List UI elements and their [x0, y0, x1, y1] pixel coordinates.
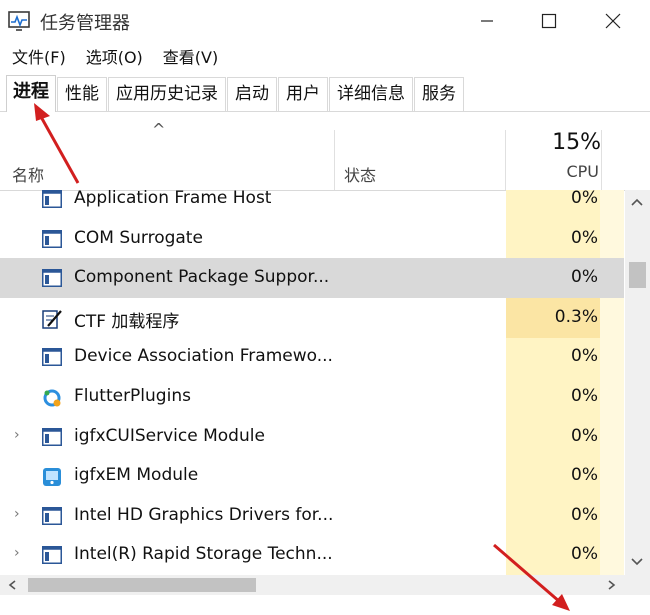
red-arrow-icon	[34, 103, 80, 184]
annotation-arrows	[34, 103, 570, 611]
red-arrow-icon	[493, 543, 570, 611]
task-manager-window: 任务管理器 文件(F) 选项(O) 查看(V) 进程 性能 应用历史记录 启动 …	[0, 0, 650, 615]
